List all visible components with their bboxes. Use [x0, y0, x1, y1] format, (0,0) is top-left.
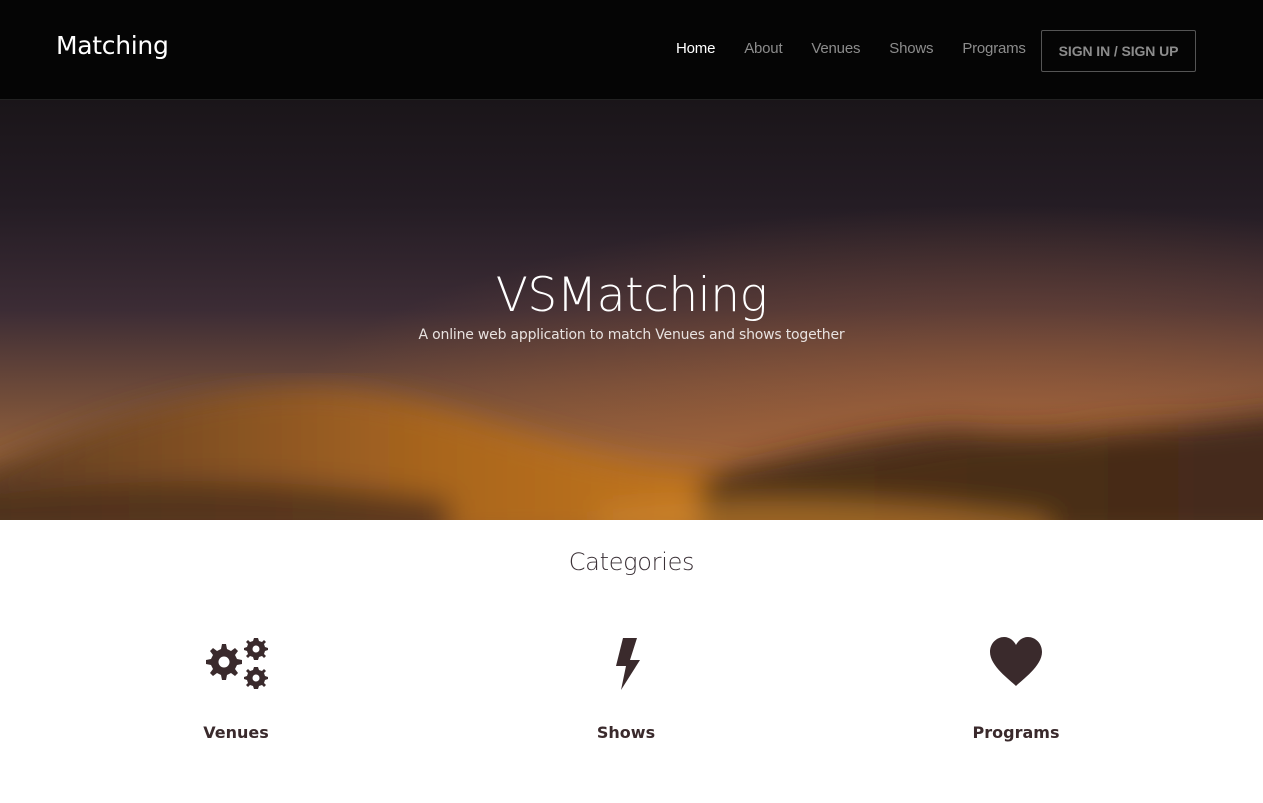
categories-heading: Categories [568, 548, 695, 576]
category-label-shows: Shows [596, 723, 656, 742]
top-navbar: Matching Home About Venues Shows Program… [0, 0, 1263, 100]
brand-logo[interactable]: Matching [56, 31, 169, 60]
category-programs[interactable]: Programs [916, 628, 1116, 742]
heart-icon [916, 628, 1116, 698]
nav-link-about[interactable]: About [744, 40, 782, 57]
nav-links: Home About Venues Shows Programs [676, 40, 1055, 57]
category-label-programs: Programs [972, 723, 1060, 742]
nav-link-home[interactable]: Home [676, 40, 715, 57]
hero-title: VSMatching [495, 268, 768, 323]
lightning-bolt-icon [526, 628, 726, 698]
nav-link-shows[interactable]: Shows [889, 40, 933, 57]
nav-link-programs[interactable]: Programs [962, 40, 1026, 57]
signin-signup-button[interactable]: SIGN IN / SIGN UP [1041, 30, 1196, 72]
nav-link-venues[interactable]: Venues [811, 40, 860, 57]
category-label-venues: Venues [203, 723, 269, 742]
hero-banner: VSMatching A online web application to m… [0, 100, 1263, 520]
category-venues[interactable]: Venues [136, 628, 336, 742]
hero-subtitle: A online web application to match Venues… [418, 327, 845, 343]
category-shows[interactable]: Shows [526, 628, 726, 742]
gears-icon [136, 628, 336, 698]
